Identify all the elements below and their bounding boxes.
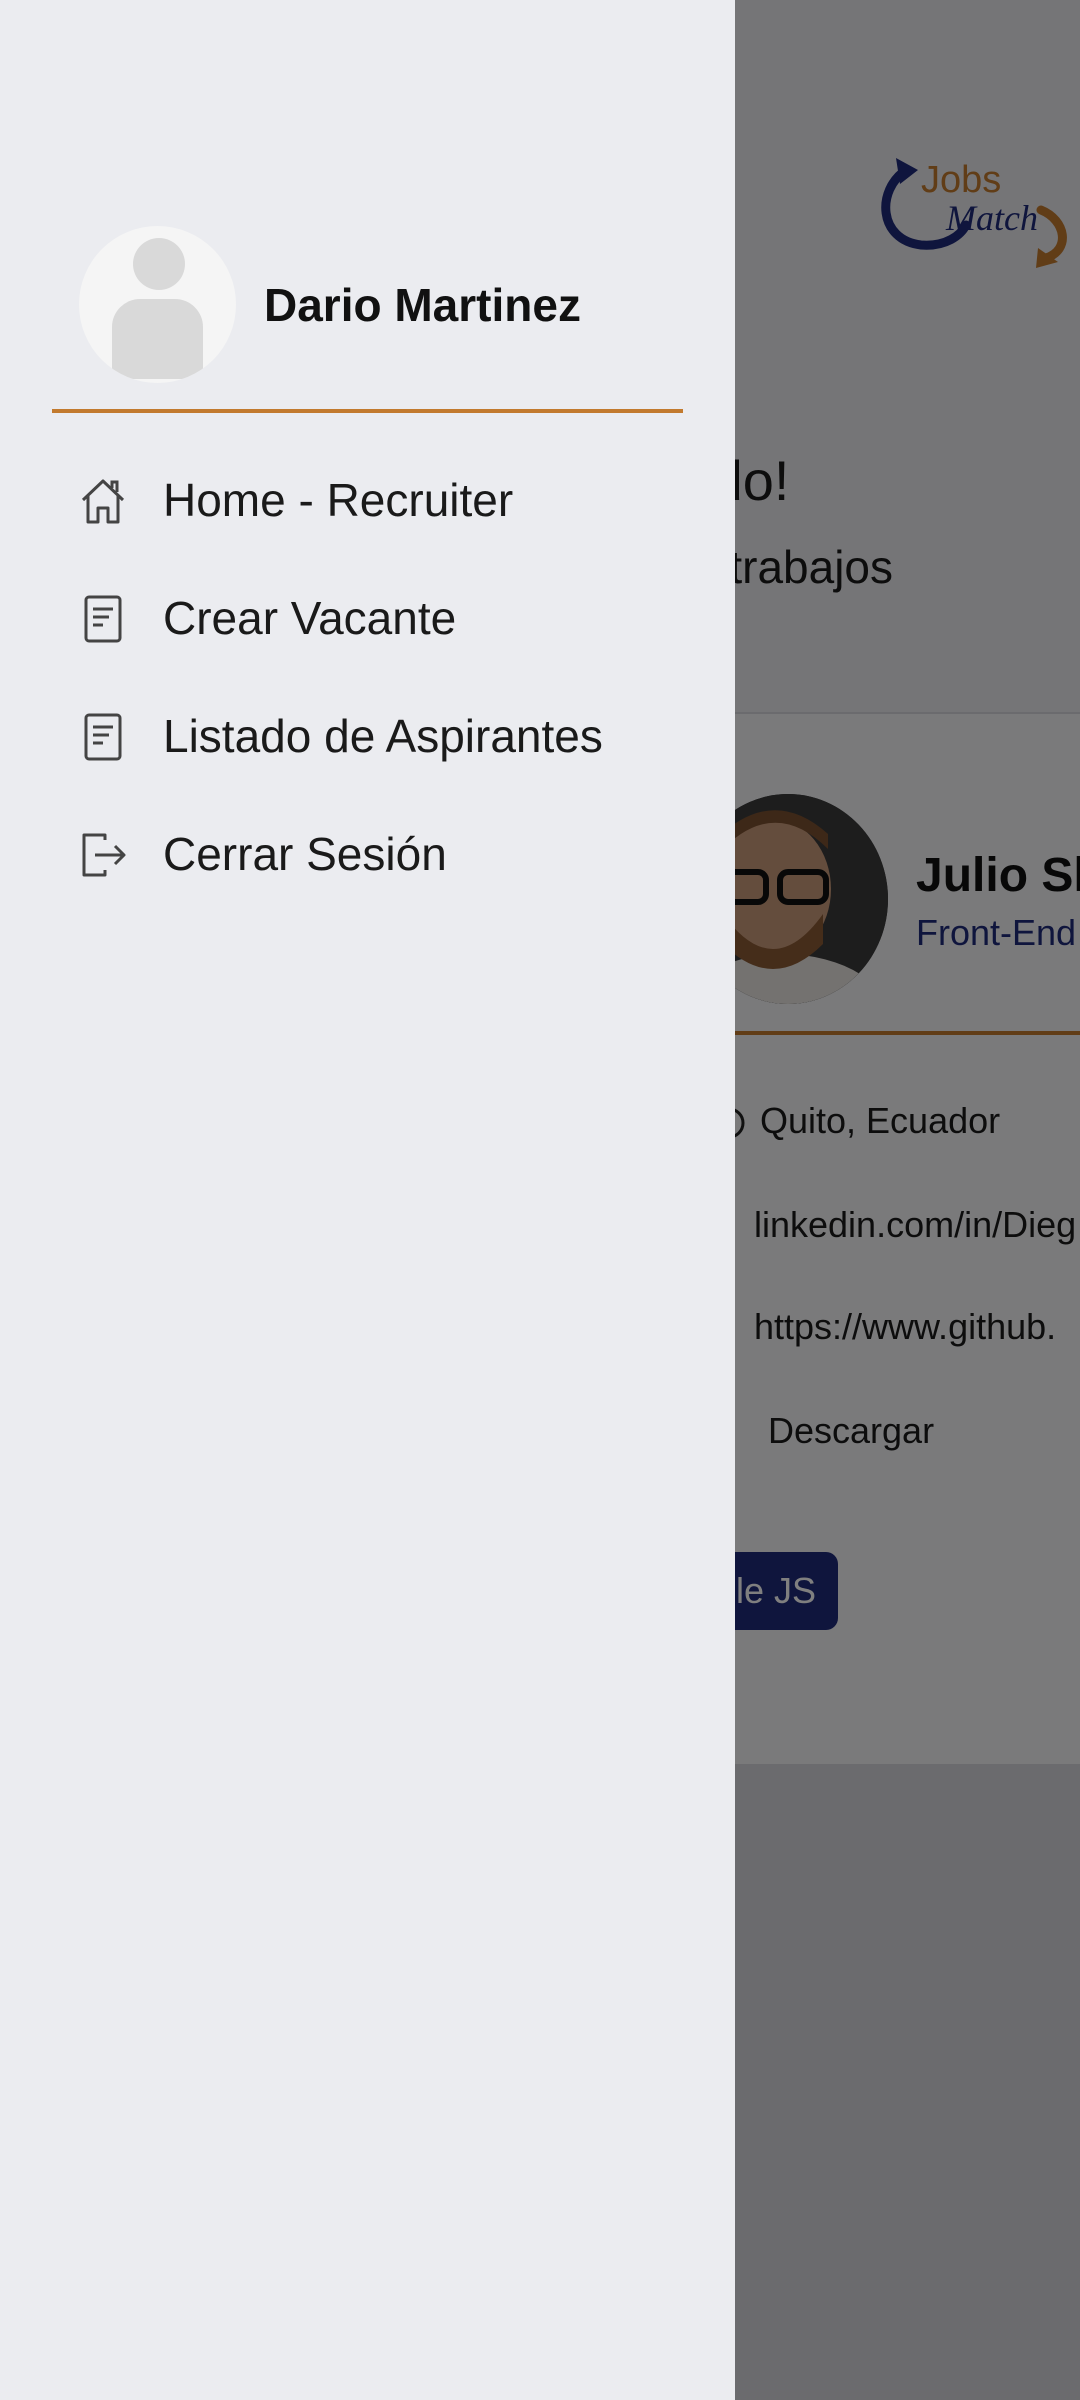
avatar-head bbox=[133, 238, 185, 290]
menu-item-label: Listado de Aspirantes bbox=[163, 710, 603, 762]
menu-item-label: Cerrar Sesión bbox=[163, 828, 447, 880]
user-avatar bbox=[79, 226, 236, 383]
menu-item-cerrar-sesion[interactable]: Cerrar Sesión bbox=[52, 806, 683, 902]
document-icon bbox=[84, 713, 122, 761]
home-icon bbox=[81, 479, 125, 524]
menu-item-label: Crear Vacante bbox=[163, 592, 457, 644]
avatar-body bbox=[112, 299, 203, 379]
menu-item-crear-vacante[interactable]: Crear Vacante bbox=[52, 570, 683, 666]
menu-item-label: Home - Recruiter bbox=[163, 474, 514, 526]
user-name: Dario Martinez bbox=[264, 279, 581, 331]
logout-icon bbox=[82, 833, 126, 877]
navigation-drawer: Dario Martinez Home - Recruiter Crear Va… bbox=[0, 0, 735, 2400]
document-icon bbox=[84, 595, 122, 643]
menu-item-listado-aspirantes[interactable]: Listado de Aspirantes bbox=[52, 688, 683, 784]
menu-item-home-recruiter[interactable]: Home - Recruiter bbox=[52, 452, 683, 548]
drawer-divider bbox=[52, 409, 683, 413]
